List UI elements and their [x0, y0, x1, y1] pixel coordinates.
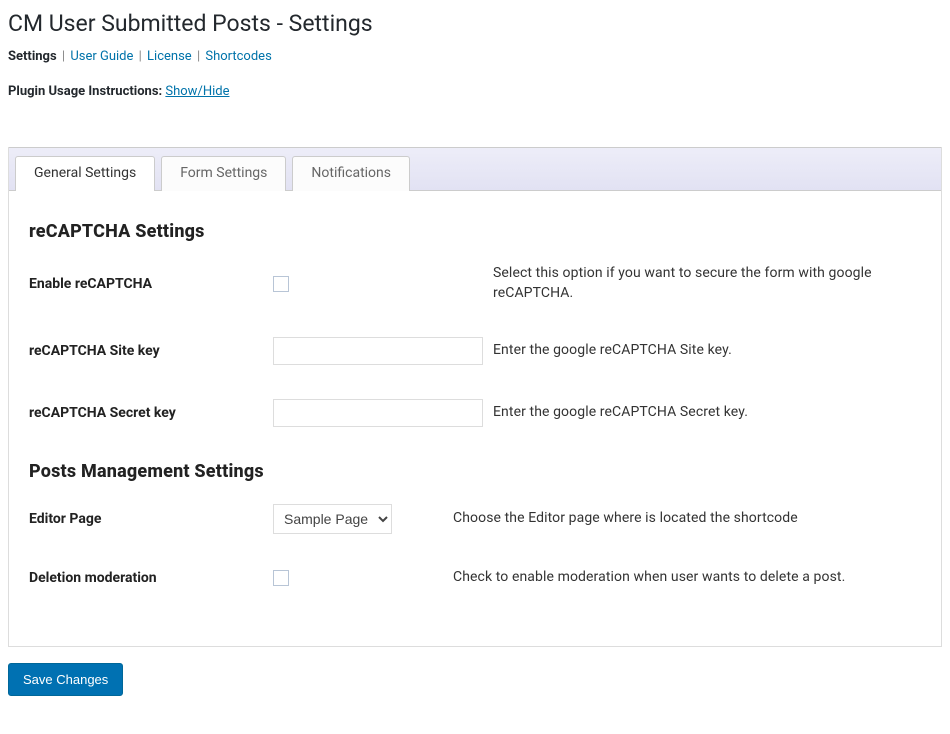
- usage-label: Plugin Usage Instructions:: [8, 84, 165, 99]
- settings-panel: General Settings Form Settings Notificat…: [8, 147, 942, 647]
- nav-current: Settings: [8, 49, 57, 64]
- page-title: CM User Submitted Posts - Settings: [8, 10, 942, 37]
- tab-general-settings[interactable]: General Settings: [15, 156, 155, 191]
- tab-notifications[interactable]: Notifications: [292, 156, 410, 191]
- nav-license[interactable]: License: [147, 49, 192, 64]
- panel-content: reCAPTCHA Settings Enable reCAPTCHA Sele…: [9, 191, 941, 626]
- usage-toggle-link[interactable]: Show/Hide: [165, 84, 229, 99]
- row-enable-recaptcha: Enable reCAPTCHA Select this option if y…: [29, 264, 921, 303]
- row-editor-page: Editor Page Sample Page Choose the Edito…: [29, 504, 921, 534]
- editor-page-label: Editor Page: [29, 511, 273, 527]
- section-posts-title: Posts Management Settings: [29, 461, 921, 482]
- row-secret-key: reCAPTCHA Secret key Enter the google re…: [29, 399, 921, 427]
- site-key-desc: Enter the google reCAPTCHA Site key.: [493, 341, 921, 361]
- nav-links: Settings | User Guide | License | Shortc…: [8, 49, 942, 64]
- enable-recaptcha-label: Enable reCAPTCHA: [29, 276, 273, 292]
- editor-page-select[interactable]: Sample Page: [273, 504, 392, 534]
- site-key-label: reCAPTCHA Site key: [29, 343, 273, 359]
- enable-recaptcha-checkbox[interactable]: [273, 276, 289, 292]
- secret-key-label: reCAPTCHA Secret key: [29, 405, 273, 421]
- deletion-moderation-label: Deletion moderation: [29, 570, 273, 586]
- tab-form-settings[interactable]: Form Settings: [161, 156, 286, 191]
- section-recaptcha-title: reCAPTCHA Settings: [29, 221, 921, 242]
- editor-page-desc: Choose the Editor page where is located …: [453, 509, 921, 529]
- save-changes-button[interactable]: Save Changes: [8, 663, 123, 696]
- nav-shortcodes[interactable]: Shortcodes: [205, 49, 271, 64]
- deletion-moderation-checkbox[interactable]: [273, 570, 289, 586]
- row-site-key: reCAPTCHA Site key Enter the google reCA…: [29, 337, 921, 365]
- secret-key-input[interactable]: [273, 399, 483, 427]
- secret-key-desc: Enter the google reCAPTCHA Secret key.: [493, 403, 921, 423]
- usage-instructions: Plugin Usage Instructions: Show/Hide: [8, 84, 942, 99]
- row-deletion-moderation: Deletion moderation Check to enable mode…: [29, 568, 921, 588]
- deletion-moderation-desc: Check to enable moderation when user wan…: [453, 568, 921, 588]
- site-key-input[interactable]: [273, 337, 483, 365]
- nav-user-guide[interactable]: User Guide: [70, 49, 133, 64]
- tab-strip: General Settings Form Settings Notificat…: [9, 147, 941, 191]
- enable-recaptcha-desc: Select this option if you want to secure…: [493, 264, 921, 303]
